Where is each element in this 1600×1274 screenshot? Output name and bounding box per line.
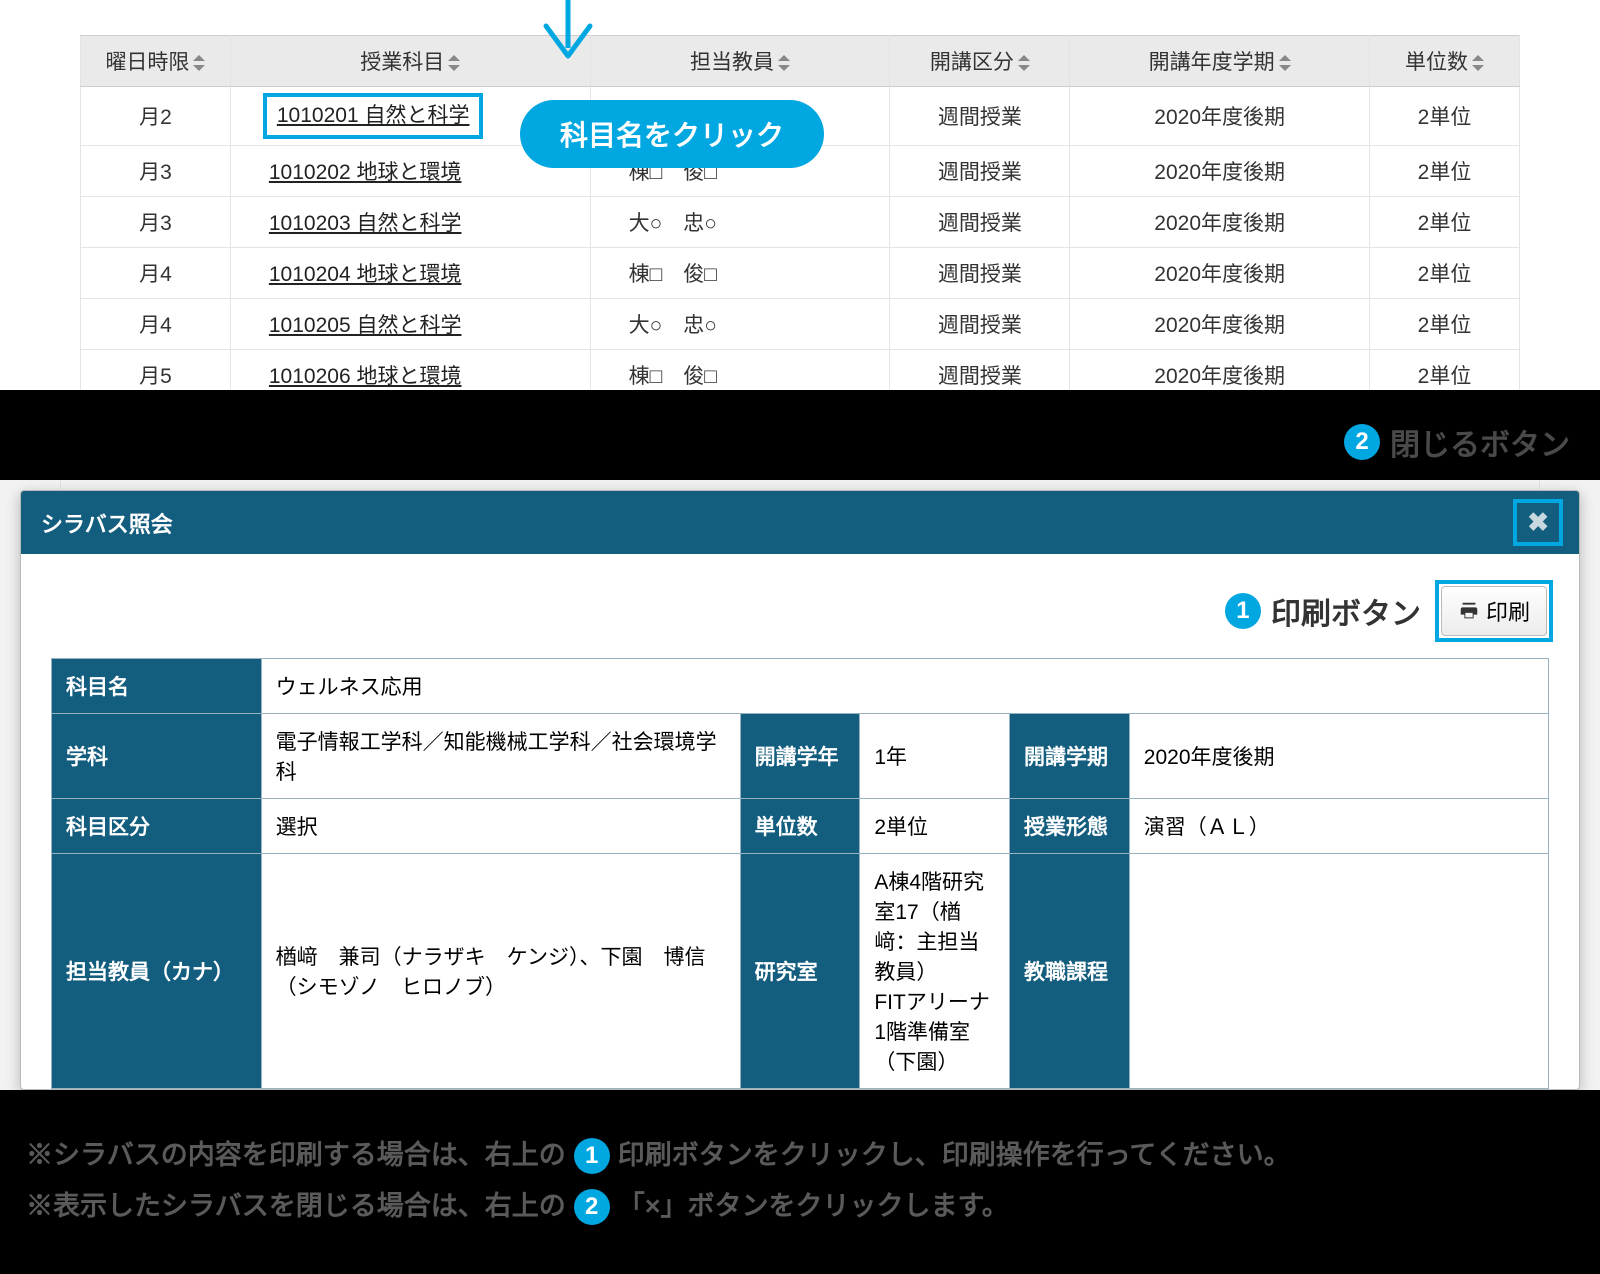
col-category[interactable]: 開講区分 [890,36,1070,87]
print-button-highlight: 印刷 [1439,584,1549,638]
col-faculty[interactable]: 担当教員 [590,36,890,87]
cell-term: 2020年度後期 [1070,87,1370,146]
cell-category: 週間授業 [890,248,1070,299]
sort-icon [778,55,790,71]
th-style: 授業形態 [1010,799,1130,854]
close-button-highlight: ✖ [1517,503,1559,542]
td-grade: 1年 [860,714,1010,799]
badge-number-1: 1 [574,1138,610,1174]
sort-icon [448,55,460,71]
callout-click-subject: 科目名をクリック [520,100,824,168]
cell-subject: 1010206 地球と環境 [230,350,590,391]
th-dept: 学科 [52,714,262,799]
th-credits: 単位数 [740,799,860,854]
subject-link[interactable]: 1010202 地球と環境 [269,161,462,184]
td-term: 2020年度後期 [1129,714,1548,799]
badge-number-1: 1 [1225,593,1261,629]
cell-faculty: 棟□ 俊□ [590,248,890,299]
cell-credits: 2単位 [1370,350,1520,391]
cell-term: 2020年度後期 [1070,299,1370,350]
td-classcat: 選択 [261,799,740,854]
th-teach: 教職課程 [1010,854,1130,1089]
cell-credits: 2単位 [1370,248,1520,299]
td-credits: 2単位 [860,799,1010,854]
cell-term: 2020年度後期 [1070,197,1370,248]
table-row: 月5 1010206 地球と環境 棟□ 俊□週間授業2020年度後期2単位 [81,350,1520,391]
subject-link[interactable]: 1010203 自然と科学 [269,212,462,235]
cell-day: 月3 [81,197,231,248]
th-lab: 研究室 [740,854,860,1089]
td-teach [1129,854,1548,1089]
cell-faculty: 大○ 忠○ [590,299,890,350]
close-icon[interactable]: ✖ [1517,503,1559,542]
td-faculty: 楢﨑 兼司（ナラザキ ケンジ）、下園 博信（シモゾノ ヒロノブ） [261,854,740,1089]
annotation-close: 2 閉じるボタン [1344,420,1570,464]
cell-credits: 2単位 [1370,146,1520,197]
cell-term: 2020年度後期 [1070,146,1370,197]
printer-icon [1458,600,1480,622]
table-row: 月3 1010203 自然と科学 大○ 忠○週間授業2020年度後期2単位 [81,197,1520,248]
sort-icon [1472,55,1484,71]
cell-subject: 1010204 地球と環境 [230,248,590,299]
syllabus-dialog: シラバス照会 ✖ 1 印刷ボタン 印刷 [20,490,1580,1090]
cell-faculty: 大○ 忠○ [590,197,890,248]
cell-category: 週間授業 [890,299,1070,350]
col-subject[interactable]: 授業科目 [230,36,590,87]
subject-link[interactable]: 1010205 自然と科学 [269,314,462,337]
course-list-panel: 曜日時限 授業科目 担当教員 開講区分 開講年度学期 単位数 月2 1010201… [0,0,1600,390]
badge-number-2: 2 [574,1189,610,1225]
col-credits[interactable]: 単位数 [1370,36,1520,87]
sort-icon [1279,55,1291,71]
td-style: 演習（ＡＬ） [1129,799,1548,854]
td-dept: 電子情報工学科／知能機械工学科／社会環境学科 [261,714,740,799]
syllabus-detail-table: 科目名 ウェルネス応用 学科 電子情報工学科／知能機械工学科／社会環境学科 開講… [51,658,1549,1089]
cell-day: 月5 [81,350,231,391]
cell-credits: 2単位 [1370,87,1520,146]
th-term: 開講学期 [1010,714,1130,799]
cell-credits: 2単位 [1370,299,1520,350]
th-grade: 開講学年 [740,714,860,799]
table-row: 月4 1010205 自然と科学 大○ 忠○週間授業2020年度後期2単位 [81,299,1520,350]
col-term[interactable]: 開講年度学期 [1070,36,1370,87]
cell-category: 週間授業 [890,87,1070,146]
td-lab: A棟4階研究室17（楢﨑：主担当教員） FITアリーナ1階準備室（下園） [860,854,1010,1089]
td-subject-name: ウェルネス応用 [261,659,1548,714]
th-subject-name: 科目名 [52,659,262,714]
subject-link[interactable]: 1010206 地球と環境 [269,365,462,388]
cell-category: 週間授業 [890,197,1070,248]
footer-notes: ※シラバスの内容を印刷する場合は、右上の 1 印刷ボタンをクリックし、印刷操作を… [0,1090,1600,1267]
divider-strip: 2 閉じるボタン [0,390,1600,480]
sort-icon [193,55,205,71]
subject-link[interactable]: 1010201 自然と科学 [277,104,470,127]
cell-term: 2020年度後期 [1070,248,1370,299]
badge-number-2: 2 [1344,424,1380,460]
course-table: 曜日時限 授業科目 担当教員 開講区分 開講年度学期 単位数 月2 1010201… [80,35,1520,390]
cell-credits: 2単位 [1370,197,1520,248]
cell-subject: 1010203 自然と科学 [230,197,590,248]
sort-icon [1018,55,1030,71]
cell-day: 月3 [81,146,231,197]
col-day[interactable]: 曜日時限 [81,36,231,87]
subject-link[interactable]: 1010204 地球と環境 [269,263,462,286]
th-classcat: 科目区分 [52,799,262,854]
dialog-header: シラバス照会 ✖ [21,491,1579,554]
cell-day: 月4 [81,299,231,350]
cell-category: 週間授業 [890,350,1070,391]
cell-subject: 1010205 自然と科学 [230,299,590,350]
cell-term: 2020年度後期 [1070,350,1370,391]
print-button[interactable]: 印刷 [1441,586,1547,636]
table-row: 月4 1010204 地球と環境 棟□ 俊□週間授業2020年度後期2単位 [81,248,1520,299]
th-faculty: 担当教員（カナ） [52,854,262,1089]
syllabus-dialog-panel: シラバス照会 ✖ 1 印刷ボタン 印刷 [0,480,1600,1090]
cell-day: 月4 [81,248,231,299]
arrow-down-icon [538,0,598,68]
cell-category: 週間授業 [890,146,1070,197]
subject-link-highlight: 1010201 自然と科学 [263,93,484,139]
cell-day: 月2 [81,87,231,146]
dialog-title: シラバス照会 [41,507,173,539]
cell-faculty: 棟□ 俊□ [590,350,890,391]
annotation-print: 1 印刷ボタン [1225,589,1421,633]
